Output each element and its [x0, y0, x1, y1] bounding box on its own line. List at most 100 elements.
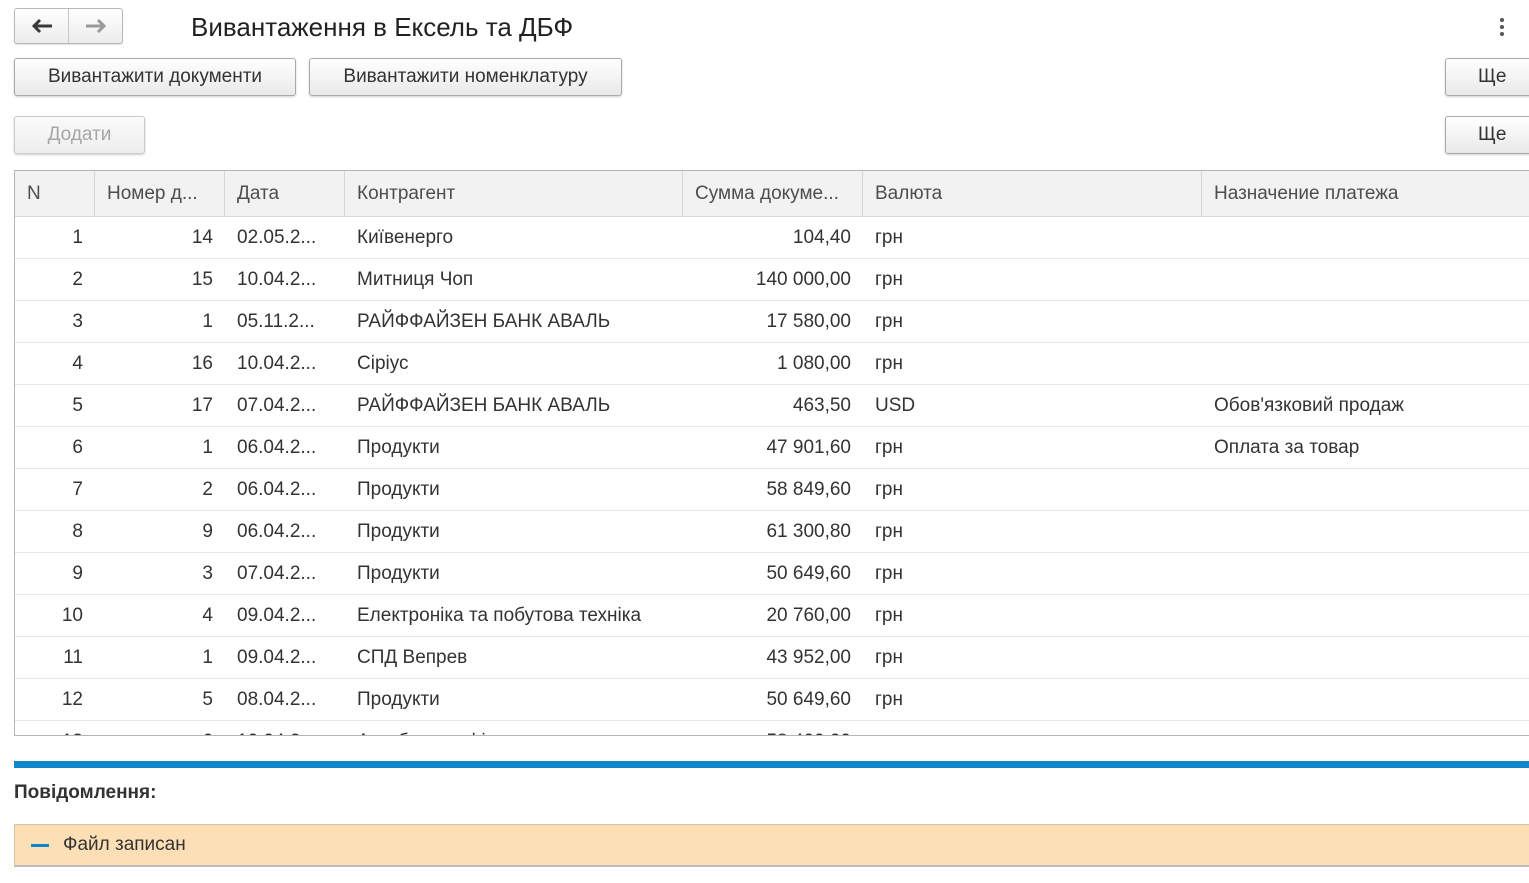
cell-amount: 50 649,60	[766, 689, 851, 710]
cell-amount: 61 300,80	[766, 521, 851, 542]
cell-amount: 140 000,00	[755, 269, 851, 290]
cell-counterparty: Продукти	[357, 689, 440, 710]
cell-payment-purpose	[1202, 469, 1529, 510]
cell-payment-purpose	[1202, 553, 1529, 594]
table-row[interactable]: 1 14 02.05.2... Київенерго 104,40 грн	[15, 217, 1529, 259]
column-header-number[interactable]: Номер д...	[95, 171, 225, 216]
column-header-n[interactable]: N	[15, 171, 95, 216]
cell-currency: грн	[875, 437, 903, 458]
cell-counterparty: Сіріус	[357, 353, 409, 374]
cell-payment-purpose: Обов'язковий продаж	[1214, 395, 1405, 416]
cell-number: 1	[202, 437, 213, 458]
back-button[interactable]	[15, 9, 68, 43]
cell-counterparty: Митниця Чоп	[357, 269, 474, 290]
cell-payment-purpose	[1202, 343, 1529, 384]
cell-amount: 104,40	[792, 227, 851, 248]
cell-date: 06.04.2...	[237, 437, 317, 458]
table-row[interactable]: 8 9 06.04.2... Продукти 61 300,80 грн	[15, 511, 1529, 553]
cell-number: 15	[191, 269, 213, 290]
window-title: Вивантаження в Ексель та ДБФ	[191, 12, 574, 42]
cell-n: 6	[72, 437, 83, 458]
cell-counterparty: РАЙФФАЙЗЕН БАНК АВАЛЬ	[357, 311, 611, 332]
cell-amount: 17 580,00	[766, 311, 851, 332]
cell-counterparty: Електроніка та побутова техніка	[357, 605, 642, 626]
cell-currency: грн	[863, 721, 1202, 735]
cell-date: 10.04.2...	[237, 353, 317, 374]
table-row[interactable]: 6 1 06.04.2... Продукти 47 901,60 грн Оплата з…	[15, 427, 1529, 469]
cell-date: 05.11.2...	[237, 311, 315, 332]
documents-table: N Номер д... Дата Контрагент Сумма докум…	[14, 170, 1529, 736]
cell-number: 9	[202, 521, 213, 542]
column-header-currency[interactable]: Валюта	[863, 171, 1202, 216]
cell-counterparty: Продукти	[357, 437, 440, 458]
cell-date: 10.04.2...	[225, 721, 345, 735]
cell-counterparty: Продукти	[357, 479, 440, 500]
cell-number: 16	[191, 353, 213, 374]
table-row[interactable]: 2 15 10.04.2... Митниця Чоп 140 000,00 грн	[15, 259, 1529, 301]
cell-number: 6	[95, 721, 225, 735]
table-header: N Номер д... Дата Контрагент Сумма докум…	[15, 171, 1529, 217]
collapse-icon[interactable]	[31, 843, 49, 847]
cell-n: 11	[63, 647, 83, 668]
cell-counterparty: Продукти	[357, 521, 440, 542]
cell-n: 7	[72, 479, 83, 500]
cell-counterparty: Агробуд-профіт	[345, 721, 683, 735]
cell-amount: 20 760,00	[766, 605, 851, 626]
message-text: Файл записан	[63, 834, 186, 855]
column-header-payment-purpose[interactable]: Назначение платежа	[1202, 171, 1529, 216]
cell-payment-purpose	[1202, 637, 1529, 678]
cell-n: 10	[61, 605, 83, 626]
forward-button[interactable]	[68, 9, 122, 43]
table-row[interactable]: 12 5 08.04.2... Продукти 50 649,60 грн	[15, 679, 1529, 721]
cell-n: 3	[72, 311, 83, 332]
cell-payment-purpose	[1202, 259, 1529, 300]
table-row[interactable]: 4 16 10.04.2... Сіріус 1 080,00 грн	[15, 343, 1529, 385]
table-row[interactable]: 10 4 09.04.2... Електроніка та побутова тех…	[15, 595, 1529, 637]
table-row[interactable]: 3 1 05.11.2... РАЙФФАЙЗЕН БАНК АВАЛЬ 17 580,…	[15, 301, 1529, 343]
cell-n: 9	[72, 563, 83, 584]
messages-splitter[interactable]	[14, 761, 1529, 768]
cell-amount: 463,50	[792, 395, 851, 416]
table-row[interactable]: 11 1 09.04.2... СПД Вепрев 43 952,00 грн	[15, 637, 1529, 679]
messages-title: Повідомлення:	[14, 782, 157, 803]
arrow-left-icon	[31, 18, 52, 34]
export-nomenclature-button[interactable]: Вивантажити номенклатуру	[309, 58, 622, 96]
cell-currency: грн	[875, 521, 903, 542]
cell-currency: грн	[875, 353, 903, 374]
cell-counterparty: РАЙФФАЙЗЕН БАНК АВАЛЬ	[357, 395, 611, 416]
table-row[interactable]: 9 3 07.04.2... Продукти 50 649,60 грн	[15, 553, 1529, 595]
table-row[interactable]: 7 2 06.04.2... Продукти 58 849,60 грн	[15, 469, 1529, 511]
column-header-date[interactable]: Дата	[225, 171, 345, 216]
cell-date: 06.04.2...	[237, 521, 317, 542]
cell-n: 5	[72, 395, 83, 416]
column-header-counterparty[interactable]: Контрагент	[345, 171, 683, 216]
cell-currency: грн	[875, 479, 903, 500]
cell-number: 5	[202, 689, 213, 710]
more-actions-icon[interactable]	[1494, 14, 1510, 40]
add-row-button[interactable]: Додати	[14, 116, 145, 154]
cell-payment-purpose	[1202, 217, 1529, 258]
cell-n: 1	[72, 227, 83, 248]
cell-n: 12	[61, 689, 83, 710]
more-button[interactable]: Ще	[1445, 58, 1529, 96]
table-more-button[interactable]: Ще	[1445, 116, 1529, 154]
cell-amount: 43 952,00	[766, 647, 851, 668]
message-item: Файл записан	[14, 824, 1529, 867]
cell-counterparty: Продукти	[357, 563, 440, 584]
cell-number: 4	[202, 605, 213, 626]
table-row[interactable]: 13610.04.2...Агробуд-профіт58 400,00грн	[15, 721, 1529, 735]
cell-currency: грн	[875, 269, 903, 290]
table-row[interactable]: 5 17 07.04.2... РАЙФФАЙЗЕН БАНК АВАЛЬ 463,50…	[15, 385, 1529, 427]
column-header-amount[interactable]: Сумма докуме...	[683, 171, 863, 216]
cell-amount: 1 080,00	[777, 353, 851, 374]
cell-number: 17	[191, 395, 213, 416]
export-documents-button[interactable]: Вивантажити документи	[14, 58, 296, 96]
cell-currency: грн	[875, 689, 903, 710]
cell-n: 4	[72, 353, 83, 374]
arrow-right-icon	[85, 18, 106, 34]
cell-currency: грн	[875, 227, 903, 248]
cell-payment-purpose	[1202, 301, 1529, 342]
cell-date: 07.04.2...	[237, 395, 317, 416]
cell-payment-purpose	[1202, 595, 1529, 636]
cell-currency: USD	[875, 395, 916, 416]
